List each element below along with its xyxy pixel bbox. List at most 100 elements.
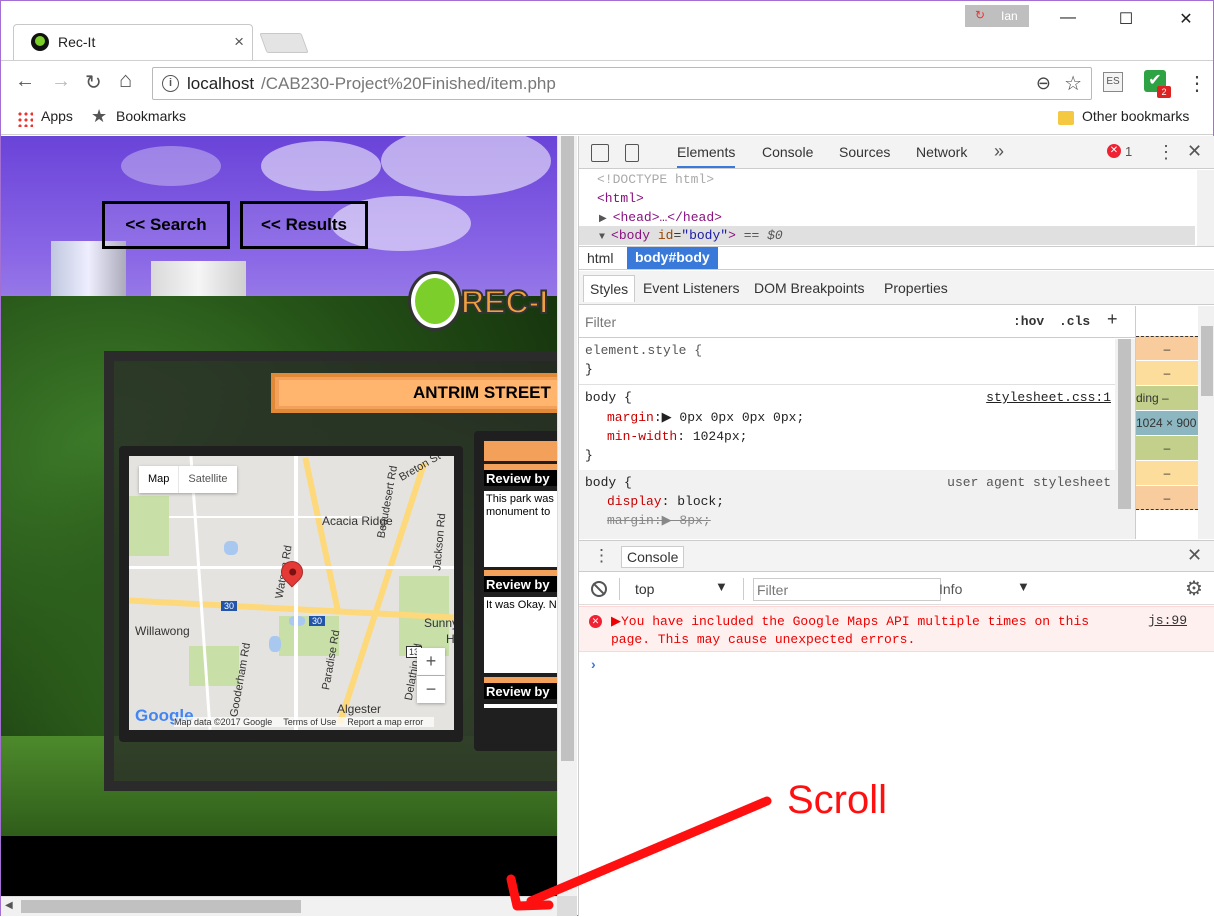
map-type-map-button[interactable]: Map <box>139 466 178 493</box>
new-rule-icon[interactable]: + <box>1107 309 1118 330</box>
scrollbar-thumb[interactable] <box>1201 326 1213 396</box>
scroll-left-icon[interactable]: ◀ <box>5 900 13 911</box>
console-prompt[interactable]: › <box>591 656 596 672</box>
profile-button[interactable]: ↻ Ian <box>965 5 1029 27</box>
scrollbar-thumb[interactable] <box>1118 339 1131 509</box>
error-message-text[interactable]: ▶You have included the Google Maps API m… <box>611 613 1131 649</box>
inspect-element-icon[interactable] <box>591 144 609 162</box>
back-to-search-button[interactable]: << Search <box>102 201 230 249</box>
rule-selector[interactable]: body { <box>585 390 632 405</box>
tab-event-listeners[interactable]: Event Listeners <box>643 280 740 296</box>
error-line: ▶You have included the Google Maps API m… <box>611 614 1090 629</box>
drawer-tab-console[interactable]: Console <box>621 546 685 568</box>
element-style-close: } <box>585 362 593 377</box>
dom-html[interactable]: <html> <box>597 191 644 206</box>
styles-filter-input[interactable]: Filter <box>585 314 616 330</box>
bookmark-bookmarks[interactable]: Bookmarks <box>116 108 186 124</box>
tab-styles[interactable]: Styles <box>583 275 636 302</box>
back-button[interactable]: ← <box>15 70 35 93</box>
terms-link[interactable]: Terms of Use <box>283 717 336 727</box>
tab-properties[interactable]: Properties <box>884 280 948 296</box>
forward-button[interactable]: → <box>51 70 71 93</box>
box-model-scrollbar[interactable] <box>1198 306 1214 539</box>
close-window-button[interactable]: ✕ <box>1171 9 1201 29</box>
rule-declaration[interactable]: margin:▶ 0px 0px 0px 0px; <box>607 410 804 425</box>
rules-scrollbar[interactable] <box>1115 339 1135 539</box>
scrollbar-thumb[interactable] <box>561 136 574 761</box>
bookmark-star-icon[interactable]: ☆ <box>1064 71 1082 96</box>
bookmarks-bar: Apps ★ Bookmarks Other bookmarks <box>1 104 1213 135</box>
report-error-link[interactable]: Report a map error <box>347 717 423 727</box>
bookmark-apps[interactable]: Apps <box>41 108 73 124</box>
rule-source-link[interactable]: stylesheet.css:1 <box>986 390 1111 405</box>
prop-value: block; <box>669 494 725 509</box>
tab-network[interactable]: Network <box>916 144 967 160</box>
scroll-right-icon[interactable]: ▶ <box>539 900 547 911</box>
info-icon[interactable]: i <box>162 75 179 92</box>
context-selector[interactable]: top <box>635 581 654 597</box>
address-bar[interactable]: i localhost /CAB230-Project%20Finished/i… <box>152 67 1092 100</box>
dom-doctype[interactable]: <!DOCTYPE html> <box>597 172 714 187</box>
error-count[interactable]: 1 <box>1125 144 1132 159</box>
map-attribution: Map data ©2017 Google Terms of Use Report … <box>174 717 435 727</box>
page-horizontal-scrollbar[interactable]: ◀ ▶ <box>1 896 557 916</box>
device-toolbar-icon[interactable] <box>625 144 639 162</box>
browser-tab[interactable]: Rec-It × <box>13 24 253 60</box>
rule-declaration: display: block; <box>607 494 725 509</box>
log-level-selector[interactable]: Info <box>939 581 962 597</box>
map-zoom-out-button[interactable]: − <box>417 676 445 703</box>
console-filter-input[interactable]: Filter <box>753 578 941 601</box>
page-vertical-scrollbar[interactable] <box>557 136 577 896</box>
google-map[interactable]: Acacia Ridge Willawong Algester Sunny Hi… <box>129 456 454 730</box>
url-path: /CAB230-Project%20Finished/item.php <box>261 74 556 93</box>
rule-declaration-overridden: margin:▶ 8px; <box>607 513 711 528</box>
drawer-menu-icon[interactable]: ⋮ <box>593 546 610 566</box>
rule-declaration[interactable]: min-width: 1024px; <box>607 429 747 444</box>
back-to-results-button[interactable]: << Results <box>240 201 368 249</box>
zoom-icon[interactable]: ⊖ <box>1036 73 1051 94</box>
dom-head[interactable]: ▶ <head>…</head> <box>599 210 722 225</box>
new-tab-button[interactable] <box>259 33 309 53</box>
drawer-close-icon[interactable]: ✕ <box>1187 545 1202 566</box>
minimize-button[interactable]: — <box>1053 9 1083 29</box>
review-body: It was Okay. N <box>484 597 557 673</box>
tab-title: Rec-It <box>58 34 96 50</box>
box-border: – <box>1136 461 1198 485</box>
context-dropdown-icon[interactable]: ▼ <box>715 579 728 594</box>
sync-error-icon: ↻ <box>975 8 986 22</box>
styles-filter-bar: Filter :hov .cls + <box>579 306 1135 338</box>
home-button[interactable]: ⌂ <box>119 67 132 93</box>
tab-console[interactable]: Console <box>762 144 813 160</box>
tab-dom-breakpoints[interactable]: DOM Breakpoints <box>754 280 864 296</box>
bookmark-other[interactable]: Other bookmarks <box>1082 108 1189 124</box>
map-type-satellite-button[interactable]: Satellite <box>178 466 236 493</box>
error-icon[interactable]: ✕ <box>1107 144 1121 158</box>
dom-scrollbar[interactable] <box>1197 170 1214 248</box>
tab-elements[interactable]: Elements <box>677 144 736 168</box>
scrollbar-corner <box>557 896 577 916</box>
element-style-open[interactable]: element.style { <box>585 343 702 358</box>
box-margin: – <box>1136 336 1198 360</box>
es-extension-icon[interactable]: ES <box>1103 72 1123 92</box>
tab-close-icon[interactable]: × <box>234 32 244 52</box>
breadcrumb-body[interactable]: body#body <box>627 247 718 269</box>
map-zoom-in-button[interactable]: + <box>417 648 445 675</box>
reload-button[interactable]: ↻ <box>85 70 102 95</box>
log-level-dropdown-icon[interactable]: ▼ <box>1017 579 1030 594</box>
more-tabs-icon[interactable]: » <box>994 141 1004 162</box>
maximize-button[interactable]: ☐ <box>1111 9 1141 29</box>
console-settings-icon[interactable]: ⚙ <box>1185 576 1203 601</box>
devtools-close-icon[interactable]: ✕ <box>1187 141 1202 162</box>
box-border: – <box>1136 361 1198 385</box>
clear-console-icon[interactable] <box>591 581 607 597</box>
rec-it-logo: REC-I <box>411 274 557 334</box>
breadcrumb-html[interactable]: html <box>587 250 613 266</box>
devtools-menu-icon[interactable]: ⋮ <box>1157 142 1175 163</box>
error-source-link[interactable]: js:99 <box>1148 613 1187 628</box>
hov-toggle[interactable]: :hov <box>1013 314 1044 329</box>
dom-body[interactable]: ▼ <body id="body"> == $0 <box>599 228 783 243</box>
cls-toggle[interactable]: .cls <box>1059 314 1090 329</box>
tab-sources[interactable]: Sources <box>839 144 890 160</box>
scrollbar-thumb[interactable] <box>21 900 301 913</box>
browser-menu-icon[interactable]: ⋮ <box>1187 71 1207 96</box>
